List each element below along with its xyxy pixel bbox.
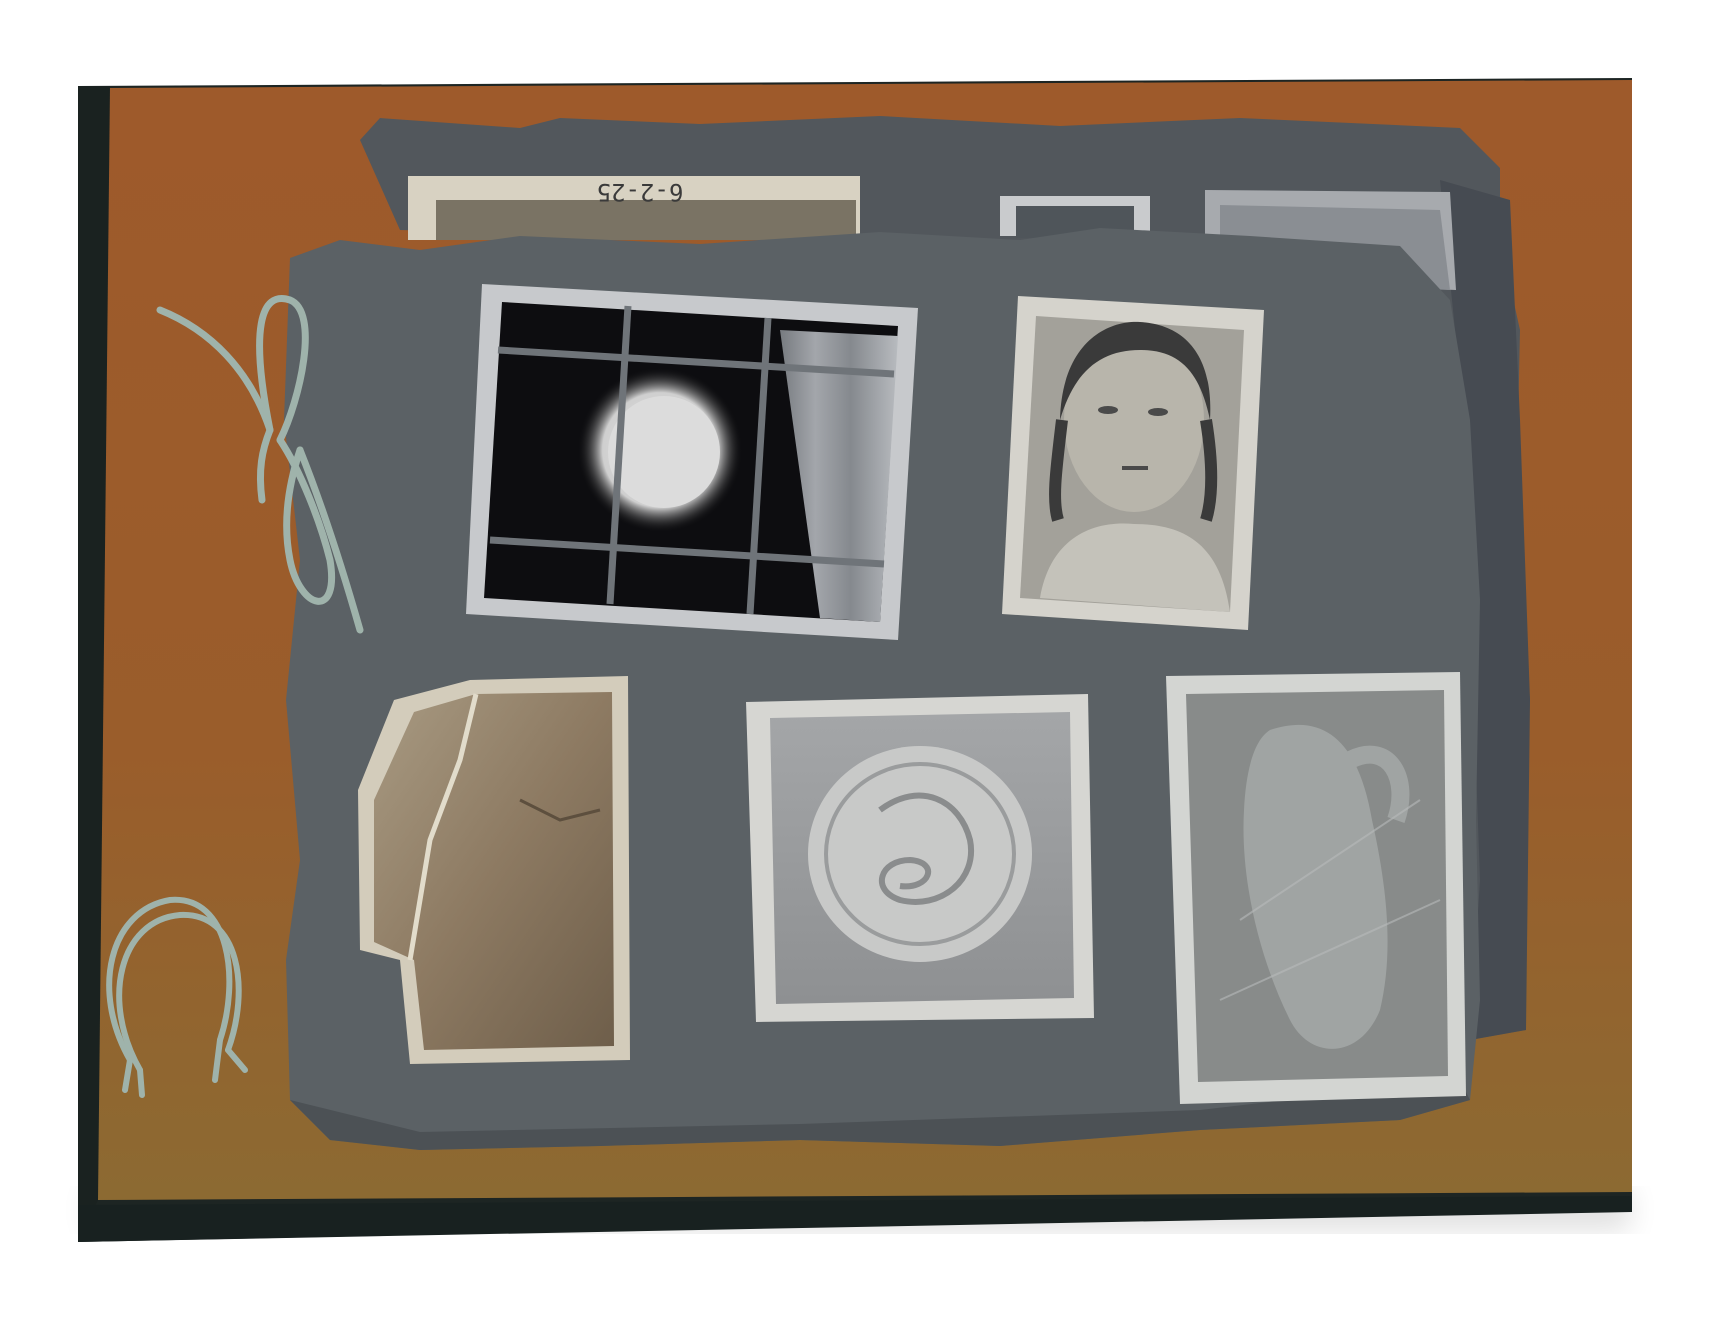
photo-carved-fish <box>1166 672 1466 1104</box>
photo-portrait <box>1002 296 1264 630</box>
inscription-label: 6-2-25 <box>597 178 684 206</box>
photo-dragon-dish <box>746 694 1094 1022</box>
painting-canvas: 6-2-25 <box>0 0 1709 1320</box>
photo-moon-window <box>466 284 918 640</box>
